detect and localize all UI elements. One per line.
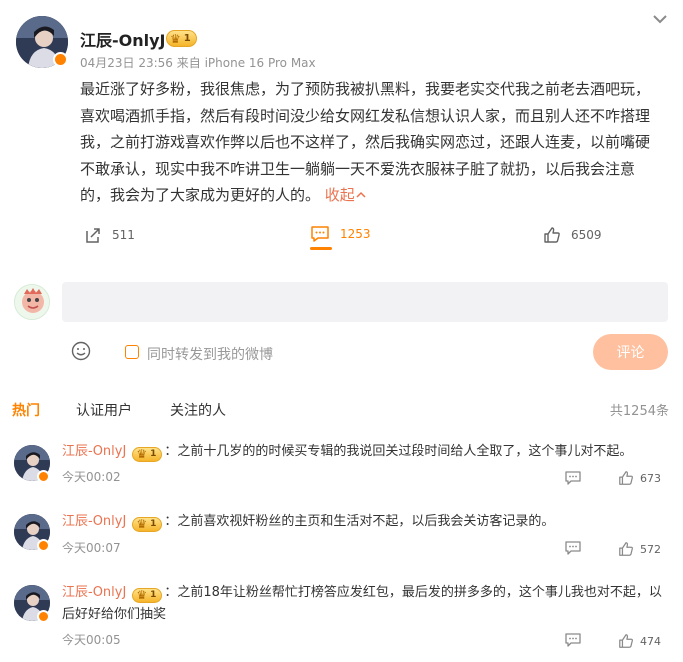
- comment-text: 江辰-OnlyJ ♛ 1 ：之前十几岁的的时候买专辑的我说回关过段时间给人全取了，这个…: [62, 441, 662, 463]
- thumbs-up-icon: [619, 471, 633, 485]
- like-button[interactable]: 6509: [543, 226, 602, 244]
- post-author-name[interactable]: 江辰-OnlyJ: [80, 27, 166, 51]
- crown-icon: ♛: [136, 517, 148, 531]
- comment-input[interactable]: [62, 282, 668, 322]
- post-meta: 04月23日 23:56 来自 iPhone 16 Pro Max: [80, 56, 316, 70]
- share-checkbox[interactable]: [125, 345, 139, 359]
- smiley-icon[interactable]: [71, 341, 91, 361]
- verified-icon: [37, 470, 50, 483]
- verified-icon: [53, 52, 68, 67]
- fan-level-badge[interactable]: ♛ 1: [132, 587, 163, 603]
- comment-icon: [311, 226, 329, 242]
- active-tab-indicator: [310, 247, 332, 250]
- tab-verified-users[interactable]: 认证用户: [76, 400, 132, 420]
- fan-level-badge[interactable]: ♛ 1: [132, 446, 163, 462]
- comment-text: 江辰-OnlyJ ♛ 1 ：之前18年让粉丝帮忙打榜答应发红包，最后发的拼多多的，这个…: [62, 585, 662, 622]
- comment-time: 今天00:05: [62, 633, 121, 647]
- thumbs-up-icon: [619, 634, 633, 648]
- post-body: 最近涨了好多粉，我很焦虑，为了预防我被扒黑料，我要老实交代我之前老去酒吧玩，喜欢…: [80, 76, 660, 209]
- verified-icon: [37, 539, 50, 552]
- comment-time: 今天00:07: [62, 541, 121, 555]
- comment-button[interactable]: 1253: [310, 225, 371, 250]
- thumbs-up-icon: [619, 542, 633, 556]
- comment-time: 今天00:02: [62, 470, 121, 484]
- chevron-up-icon: [356, 191, 366, 198]
- comment-like-button[interactable]: 673: [618, 470, 661, 486]
- repost-icon: [86, 228, 100, 243]
- comment-like-count: 572: [640, 542, 661, 556]
- crown-icon: ♛: [170, 31, 181, 46]
- comment-author[interactable]: 江辰-OnlyJ: [62, 514, 126, 529]
- comment-count: 1253: [340, 227, 371, 241]
- comment-author[interactable]: 江辰-OnlyJ: [62, 585, 126, 600]
- comment-total: 共1254条: [609, 404, 669, 419]
- comment-author[interactable]: 江辰-OnlyJ: [62, 444, 126, 459]
- crown-icon: ♛: [136, 447, 148, 461]
- repost-count: 511: [112, 228, 135, 242]
- comment-like-button[interactable]: 572: [618, 541, 661, 557]
- tab-hot[interactable]: 热门: [12, 400, 40, 420]
- comment-icon[interactable]: [564, 631, 582, 649]
- badge-level: 1: [183, 33, 191, 44]
- fan-level-badge[interactable]: ♛ 1: [166, 30, 197, 47]
- comment-text: 江辰-OnlyJ ♛ 1 ：之前喜欢视奸粉丝的主页和生活对不起，以后我会关访客记录的。: [62, 511, 662, 533]
- thumbs-up-icon: [544, 227, 560, 243]
- comment-like-count: 474: [640, 634, 661, 648]
- my-avatar: [14, 284, 50, 320]
- chevron-down-icon[interactable]: [651, 10, 669, 28]
- submit-comment-button[interactable]: 评论: [593, 334, 668, 370]
- comment-icon[interactable]: [564, 469, 582, 487]
- collapse-link[interactable]: 收起: [325, 186, 367, 204]
- tab-following[interactable]: 关注的人: [170, 400, 226, 420]
- share-label[interactable]: 同时转发到我的微博: [147, 344, 273, 364]
- comment-like-count: 673: [640, 471, 661, 485]
- fan-level-badge[interactable]: ♛ 1: [132, 516, 163, 532]
- comment-icon[interactable]: [564, 539, 582, 557]
- comment-like-button[interactable]: 474: [618, 633, 661, 649]
- like-count: 6509: [571, 228, 602, 242]
- verified-icon: [37, 610, 50, 623]
- repost-button[interactable]: 511: [84, 226, 135, 244]
- crown-icon: ♛: [136, 588, 148, 602]
